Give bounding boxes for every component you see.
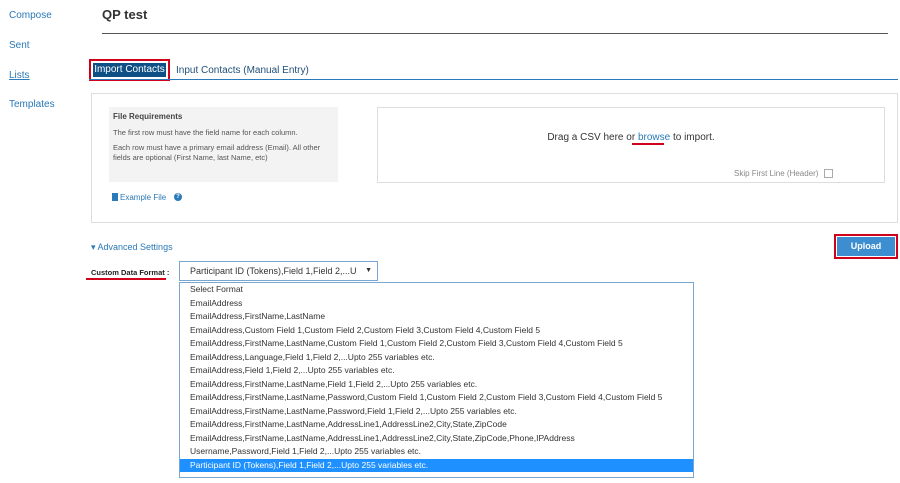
sidebar-item-templates[interactable]: Templates — [9, 99, 55, 110]
format-option[interactable]: EmailAddress,FirstName,LastName,AddressL… — [180, 432, 693, 446]
custom-data-format-label: Custom Data Format : — [91, 268, 170, 277]
skip-header-label: Skip First Line (Header) — [734, 169, 819, 178]
upload-button[interactable]: Upload — [834, 234, 898, 259]
help-icon[interactable]: ? — [174, 193, 182, 201]
tab-manual-entry[interactable]: Input Contacts (Manual Entry) — [176, 65, 309, 76]
format-option[interactable]: EmailAddress,FirstName,LastName,Field 1,… — [180, 378, 693, 392]
page-title: QP test — [102, 7, 148, 22]
example-file-link[interactable]: Example File — [112, 193, 166, 202]
format-option[interactable]: EmailAddress,FirstName,LastName,Password… — [180, 405, 693, 419]
dropzone-text: Drag a CSV here or browse to import. — [377, 132, 885, 143]
tab-underline — [89, 79, 898, 80]
format-option[interactable]: EmailAddress,FirstName,LastName,Password… — [180, 391, 693, 405]
format-option[interactable]: EmailAddress,FirstName,LastName,Custom F… — [180, 337, 693, 351]
chevron-down-icon: ▼ — [365, 267, 372, 274]
skip-header-checkbox[interactable] — [824, 169, 833, 178]
requirements-line-1: The first row must have the field name f… — [113, 128, 298, 137]
tab-import-contacts[interactable]: Import Contacts — [89, 59, 170, 81]
format-option[interactable]: EmailAddress,Custom Field 1,Custom Field… — [180, 324, 693, 338]
custom-format-value: Participant ID (Tokens),Field 1,Field 2,… — [190, 266, 357, 276]
upload-label: Upload — [837, 237, 895, 256]
sidebar-item-lists[interactable]: Lists — [9, 70, 30, 81]
format-option[interactable]: EmailAddress,Field 1,Field 2,...Upto 255… — [180, 364, 693, 378]
title-divider — [102, 33, 888, 34]
requirements-heading: File Requirements — [113, 112, 183, 121]
format-option[interactable]: EmailAddress,FirstName,LastName — [180, 310, 693, 324]
example-file-label: Example File — [120, 193, 167, 202]
format-option[interactable]: EmailAddress,FirstName,LastName,AddressL… — [180, 418, 693, 432]
browse-link[interactable]: browse — [638, 132, 670, 143]
tab-import-label: Import Contacts — [93, 63, 166, 77]
format-option[interactable]: Select Format — [180, 283, 693, 297]
dropzone-text-before: Drag a CSV here or — [547, 132, 638, 143]
sidebar-item-sent[interactable]: Sent — [9, 40, 30, 51]
format-option-selected[interactable]: Participant ID (Tokens),Field 1,Field 2,… — [180, 458, 693, 472]
custom-format-highlight — [86, 278, 166, 280]
advanced-settings-toggle[interactable]: ▾ Advanced Settings — [91, 242, 173, 253]
custom-format-select[interactable]: Participant ID (Tokens),Field 1,Field 2,… — [179, 261, 378, 281]
format-option[interactable]: EmailAddress,Language,Field 1,Field 2,..… — [180, 351, 693, 365]
browse-highlight — [632, 143, 664, 145]
format-option[interactable]: EmailAddress — [180, 297, 693, 311]
dropzone-text-after: to import. — [670, 132, 715, 143]
file-icon — [112, 193, 118, 201]
file-requirements: File Requirements The first row must hav… — [109, 107, 338, 182]
custom-format-options: Select Format EmailAddress EmailAddress,… — [179, 282, 694, 478]
sidebar-item-compose[interactable]: Compose — [9, 10, 52, 21]
requirements-line-2: Each row must have a primary email addre… — [113, 143, 321, 162]
format-option[interactable]: Username,Password,Field 1,Field 2,...Upt… — [180, 445, 693, 459]
